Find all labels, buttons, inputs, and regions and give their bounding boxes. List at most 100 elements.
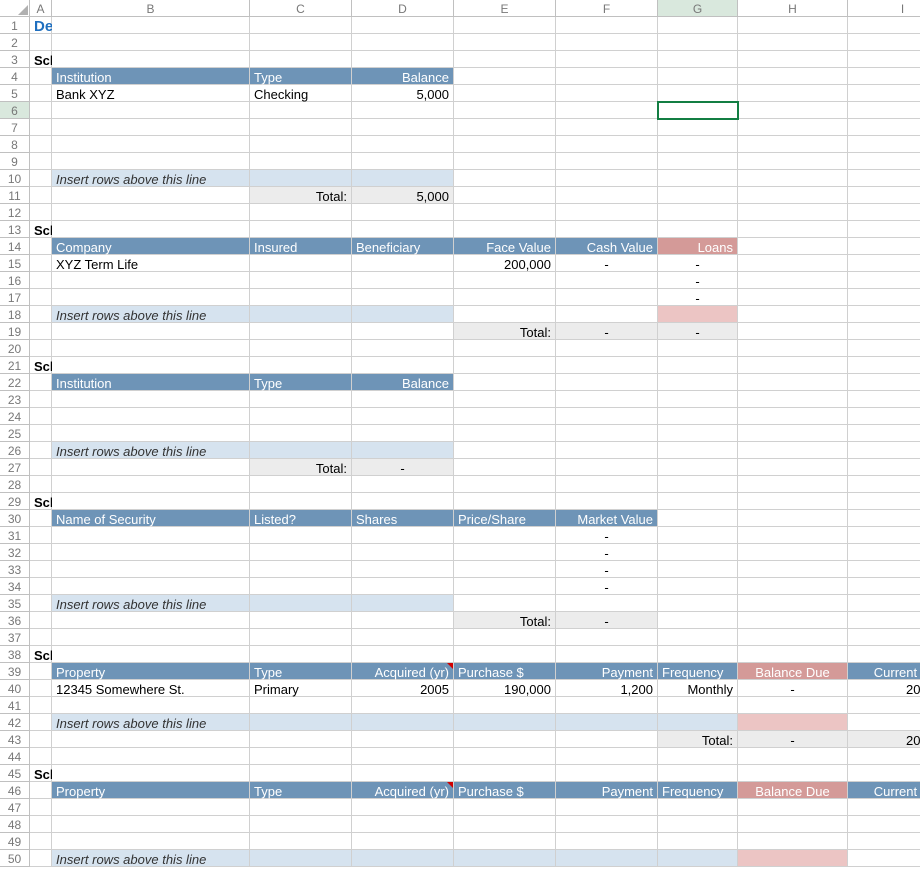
- cell-A36[interactable]: [30, 612, 52, 629]
- cell-I14[interactable]: [848, 238, 920, 255]
- cell-H19[interactable]: [738, 323, 848, 340]
- cell-C28[interactable]: [250, 476, 352, 493]
- sched5b-hdr-property[interactable]: Property: [52, 782, 250, 799]
- cell-E20[interactable]: [454, 340, 556, 357]
- cell-A30[interactable]: [30, 510, 52, 527]
- cell-H11[interactable]: [738, 187, 848, 204]
- cell-C41[interactable]: [250, 697, 352, 714]
- sched2-hdr-beneficiary[interactable]: Beneficiary: [352, 238, 454, 255]
- row-header-38[interactable]: 38: [0, 646, 30, 663]
- row-header-34[interactable]: 34: [0, 578, 30, 595]
- sched4-row3-market[interactable]: -: [556, 578, 658, 595]
- sched1-note-d[interactable]: [352, 170, 454, 187]
- row-header-50[interactable]: 50: [0, 850, 30, 867]
- cell-C43[interactable]: [250, 731, 352, 748]
- row-header-14[interactable]: 14: [0, 238, 30, 255]
- cell-G24[interactable]: [658, 408, 738, 425]
- cell-E33[interactable]: [454, 561, 556, 578]
- cell-E35[interactable]: [454, 595, 556, 612]
- cell-A12[interactable]: [30, 204, 52, 221]
- cell-C32[interactable]: [250, 544, 352, 561]
- sched2-row0-company[interactable]: XYZ Term Life: [52, 255, 250, 272]
- cell-A19[interactable]: [30, 323, 52, 340]
- cell-D9[interactable]: [352, 153, 454, 170]
- sched3-total-value[interactable]: -: [352, 459, 454, 476]
- cell-A17[interactable]: [30, 289, 52, 306]
- sched2-note-pink[interactable]: [658, 306, 738, 323]
- cell-I2[interactable]: [848, 34, 920, 51]
- col-header-G[interactable]: G: [658, 0, 738, 17]
- cell-G45[interactable]: [658, 765, 738, 782]
- cell-F25[interactable]: [556, 425, 658, 442]
- sched5a-total-current[interactable]: 200,000: [848, 731, 920, 748]
- sched5a-row0-purchase[interactable]: 190,000: [454, 680, 556, 697]
- sched4-hdr-name[interactable]: Name of Security: [52, 510, 250, 527]
- sched1-row0-type[interactable]: Checking: [250, 85, 352, 102]
- cell-F13[interactable]: [556, 221, 658, 238]
- cell-F11[interactable]: [556, 187, 658, 204]
- cell-I26[interactable]: [848, 442, 920, 459]
- row-header-17[interactable]: 17: [0, 289, 30, 306]
- sched5b-note-pink[interactable]: [738, 850, 848, 867]
- cell-B38[interactable]: [52, 646, 250, 663]
- cell-A44[interactable]: [30, 748, 52, 765]
- cell-D43[interactable]: [352, 731, 454, 748]
- cell-D12[interactable]: [352, 204, 454, 221]
- cell-E1[interactable]: [454, 17, 556, 34]
- cell-E11[interactable]: [454, 187, 556, 204]
- cell-B13[interactable]: [52, 221, 250, 238]
- cell-G33[interactable]: [658, 561, 738, 578]
- cell-D6[interactable]: [352, 102, 454, 119]
- cell-A49[interactable]: [30, 833, 52, 850]
- cell-G36[interactable]: [658, 612, 738, 629]
- cell-I48[interactable]: [848, 816, 920, 833]
- cell-C16[interactable]: [250, 272, 352, 289]
- cell-I11[interactable]: [848, 187, 920, 204]
- cell-I24[interactable]: [848, 408, 920, 425]
- cell-G35[interactable]: [658, 595, 738, 612]
- cell-D41[interactable]: [352, 697, 454, 714]
- sched1-hdr-type[interactable]: Type: [250, 68, 352, 85]
- cell-B6[interactable]: [52, 102, 250, 119]
- cell-B21[interactable]: [52, 357, 250, 374]
- cell-E38[interactable]: [454, 646, 556, 663]
- cell-G21[interactable]: [658, 357, 738, 374]
- cell-E12[interactable]: [454, 204, 556, 221]
- cell-I30[interactable]: [848, 510, 920, 527]
- cell-G25[interactable]: [658, 425, 738, 442]
- row-header-42[interactable]: 42: [0, 714, 30, 731]
- cell-A23[interactable]: [30, 391, 52, 408]
- cell-H37[interactable]: [738, 629, 848, 646]
- cell-A15[interactable]: [30, 255, 52, 272]
- col-header-A[interactable]: A: [30, 0, 52, 17]
- sched4-row2-market[interactable]: -: [556, 561, 658, 578]
- cell-A11[interactable]: [30, 187, 52, 204]
- cell-B27[interactable]: [52, 459, 250, 476]
- cell-D16[interactable]: [352, 272, 454, 289]
- sched2-title[interactable]: Schedule 2: Life Insurance: [30, 221, 52, 238]
- cell-F49[interactable]: [556, 833, 658, 850]
- cell-I3[interactable]: [848, 51, 920, 68]
- cell-E24[interactable]: [454, 408, 556, 425]
- col-header-B[interactable]: B: [52, 0, 250, 17]
- cell-B8[interactable]: [52, 136, 250, 153]
- row-header-46[interactable]: 46: [0, 782, 30, 799]
- cell-H20[interactable]: [738, 340, 848, 357]
- cell-I36[interactable]: [848, 612, 920, 629]
- cell-A2[interactable]: [30, 34, 52, 51]
- cell-H30[interactable]: [738, 510, 848, 527]
- cell-F38[interactable]: [556, 646, 658, 663]
- cell-H9[interactable]: [738, 153, 848, 170]
- cell-G4[interactable]: [658, 68, 738, 85]
- cell-F6[interactable]: [556, 102, 658, 119]
- cell-E27[interactable]: [454, 459, 556, 476]
- cell-E2[interactable]: [454, 34, 556, 51]
- cell-C8[interactable]: [250, 136, 352, 153]
- cell-B33[interactable]: [52, 561, 250, 578]
- sched2-row0-face[interactable]: 200,000: [454, 255, 556, 272]
- cell-C20[interactable]: [250, 340, 352, 357]
- cell-H29[interactable]: [738, 493, 848, 510]
- cell-D34[interactable]: [352, 578, 454, 595]
- cell-C3[interactable]: [250, 51, 352, 68]
- cell-A39[interactable]: [30, 663, 52, 680]
